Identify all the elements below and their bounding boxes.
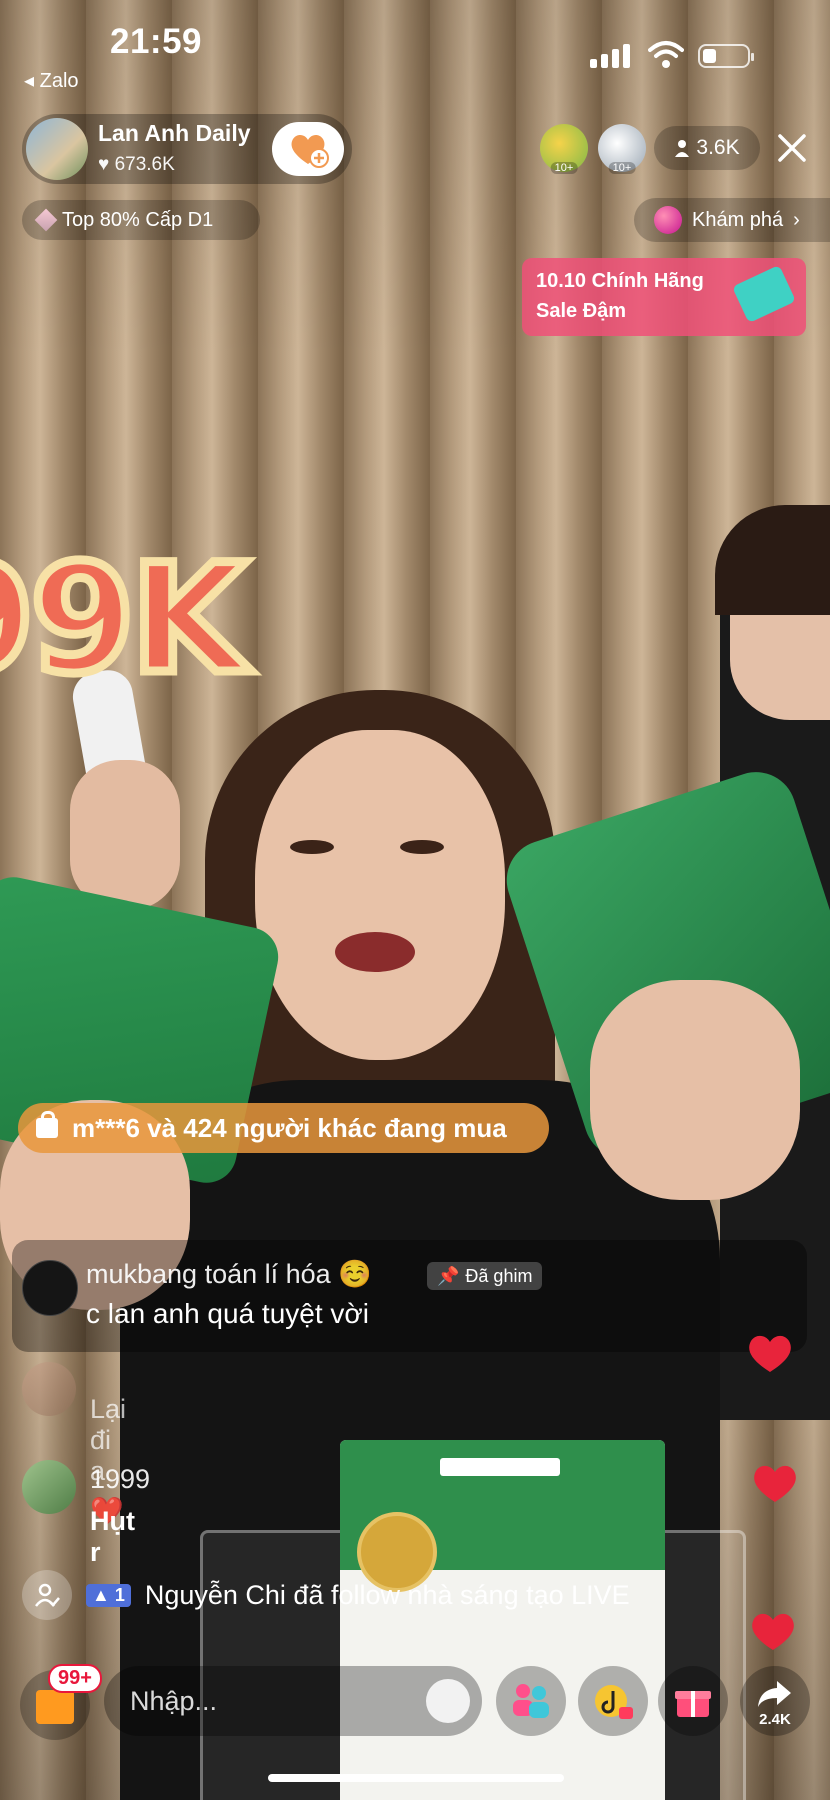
emoji-icon[interactable] [426, 1679, 470, 1723]
shop-button[interactable]: 99+ [20, 1664, 102, 1740]
host-likes: ♥ 673.6K [98, 154, 175, 176]
pinned-tag-label: Đã ghim [465, 1265, 533, 1286]
commenter-avatar[interactable] [22, 1460, 76, 1514]
back-to-app[interactable]: ◂ Zalo [24, 68, 79, 93]
shopping-bag-icon [36, 1111, 58, 1138]
comment-input[interactable] [128, 1680, 402, 1722]
pin-icon: 📌 [437, 1265, 460, 1286]
host-eye-right [400, 840, 444, 854]
people-icon [513, 1684, 549, 1718]
promo-banner[interactable]: 10.10 Chính Hãng Sale Đậm [522, 258, 806, 336]
heart-plus-icon [291, 134, 329, 168]
back-app-label: Zalo [39, 70, 79, 92]
top-gifter-2[interactable]: 10+ [598, 124, 646, 174]
wifi-icon [648, 41, 684, 68]
user-check-icon [22, 1570, 72, 1620]
buying-text: m***6 và 424 người khác đang mua [72, 1112, 507, 1143]
promo-line-2: Sale Đậm [536, 300, 627, 322]
host-mouth [335, 932, 415, 972]
host-info[interactable]: Lan Anh Daily ♥ 673.6K [22, 114, 352, 184]
ranking-badge[interactable]: Top 80% Cấp D1 [22, 200, 260, 240]
ticket-icon [731, 264, 797, 324]
planet-icon [654, 206, 682, 234]
commenter-avatar[interactable] [22, 1260, 78, 1316]
top-gifter-2-count: 10+ [608, 162, 636, 174]
close-icon[interactable] [772, 128, 812, 168]
follow-notice-text: Nguyễn Chi đã follow nhà sáng tạo LIVE [144, 1579, 630, 1610]
gift-button[interactable] [658, 1666, 728, 1736]
background-person-hair [715, 505, 830, 615]
host-hand-sign [70, 760, 180, 910]
heart-icon: ♥ [98, 154, 110, 175]
buying-banner[interactable]: m***6 và 424 người khác đang mua [18, 1103, 549, 1153]
pinned-comment-user: mukbang toán lí hóa ☺️ [86, 1259, 372, 1289]
follow-button[interactable] [272, 122, 344, 176]
person-icon [675, 140, 690, 157]
pinned-comment[interactable]: mukbang toán lí hóa ☺️ 📌 Đã ghim c lan a… [12, 1240, 807, 1352]
top-gifter-1-count: 10+ [550, 162, 578, 174]
comment-message: Hụt r [90, 1506, 135, 1567]
home-indicator[interactable] [268, 1774, 564, 1782]
tiktok-coin-icon [595, 1685, 633, 1719]
cart-badge: 99+ [48, 1664, 102, 1693]
host-face [255, 730, 505, 1060]
share-arrow-icon [758, 1681, 791, 1707]
host-eye-left [290, 840, 334, 854]
viewer-count-value: 3.6K [696, 136, 740, 159]
promo-line-1: 10.10 Chính Hãng [536, 270, 704, 292]
product-box-label [440, 1458, 560, 1476]
bottom-bar: 99+ 2.4K [0, 1660, 830, 1760]
explore-label: Khám phá [692, 208, 784, 231]
chevron-right-icon: › [793, 208, 800, 231]
pinned-tag: 📌 Đã ghim [427, 1262, 543, 1290]
heart-icon [754, 1465, 796, 1502]
diamond-icon [34, 208, 58, 232]
heart-icon [752, 1613, 794, 1650]
level-badge-value: 1 [114, 1584, 125, 1605]
price-sign: 99K [0, 533, 251, 707]
level-badge: ▲ 1 [86, 1583, 131, 1607]
top-gifter-1[interactable]: 10+ [540, 124, 588, 174]
promo-coin-button[interactable] [578, 1666, 648, 1736]
battery-icon [698, 44, 754, 68]
host-avatar[interactable] [26, 118, 88, 180]
share-count: 2.4K [759, 1711, 791, 1728]
ranking-label: Top 80% Cấp D1 [62, 208, 214, 231]
share-button[interactable]: 2.4K [740, 1666, 810, 1736]
gift-icon [675, 1691, 711, 1717]
status-time: 21:59 [110, 22, 203, 61]
shopping-bag-icon [36, 1690, 74, 1724]
host-hand-right [590, 980, 800, 1200]
explore-button[interactable]: Khám phá › [634, 198, 830, 242]
heart-icon [749, 1335, 791, 1372]
comment-input-box[interactable] [104, 1666, 482, 1736]
host-likes-count: 673.6K [114, 154, 175, 175]
host-name: Lan Anh Daily [98, 120, 251, 146]
livestream-screen: 99K 21:59 ◂ Zalo Lan Anh Daily ♥ 673.6K [0, 0, 830, 1800]
viewer-count[interactable]: 3.6K [654, 126, 760, 170]
commenter-avatar[interactable] [22, 1362, 76, 1416]
multi-guest-button[interactable] [496, 1666, 566, 1736]
cell-signal-icon [590, 44, 630, 68]
pinned-comment-message: c lan anh quá tuyệt vời [86, 1298, 369, 1329]
follow-notice: ▲ 1 Nguyễn Chi đã follow nhà sáng tạo LI… [22, 1570, 630, 1620]
